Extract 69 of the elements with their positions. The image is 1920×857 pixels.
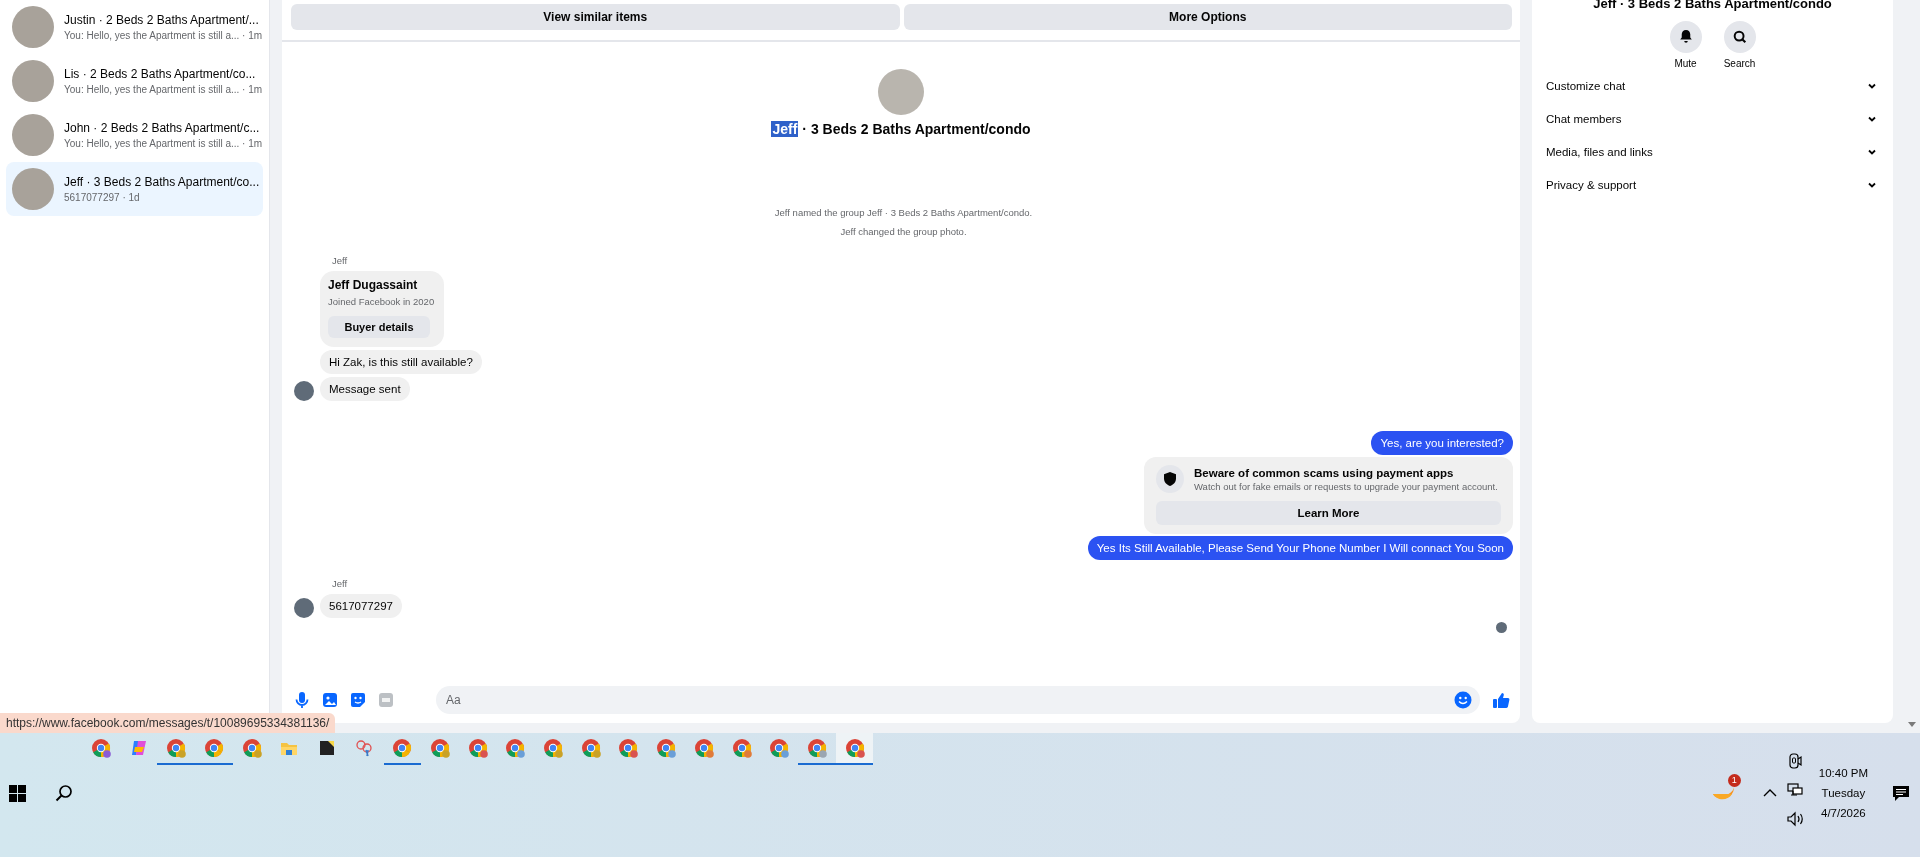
- photo-placeholder: [878, 69, 924, 115]
- buyer-details-button[interactable]: Buyer details: [328, 316, 430, 338]
- speaker-icon[interactable]: [1786, 811, 1805, 827]
- message-bubble: 5617077297: [320, 594, 402, 618]
- warning-title: Beware of common scams using payment apps: [1194, 466, 1455, 479]
- message-bubble: Yes Its Still Available, Please Send Your Phone Number I Will connact You Soon: [1087, 536, 1513, 560]
- conversation-item[interactable]: Justin · 2 Beds 2 Baths Apartment/... You: Hello, yes the Apartment is still a... · 1m: [6, 0, 263, 54]
- message-preview: 5617077297 · 1d: [64, 192, 141, 203]
- section-header[interactable]: Media, files and links: [1544, 135, 1881, 168]
- section-header[interactable]: Customize chat: [1544, 69, 1881, 102]
- conversation-title: Jeff · 3 Beds 2 Baths Apartment/co...: [64, 175, 260, 189]
- network-icon[interactable]: [1786, 782, 1803, 798]
- conversation-item[interactable]: Lis · 2 Beds 2 Baths Apartment/co... You: Hello, yes the Apartment is still a... · 1m: [6, 54, 263, 108]
- photo-placeholder: [12, 114, 54, 156]
- clock-date: 4/7/2026: [1821, 807, 1866, 819]
- notification-badge: 1: [1727, 774, 1741, 787]
- message-preview: You: Hello, yes the Apartment is still a... · 1m: [64, 30, 263, 41]
- emoji-icon[interactable]: [1454, 691, 1472, 709]
- clock[interactable]: 10:40 PM Tuesday 4/7/2026: [1818, 767, 1868, 819]
- system-message: Jeff named the group Jeff · 3 Beds 2 Baths Apartment/condo.: [774, 207, 1033, 218]
- message-bubble: Hi Zak, is this still available?: [320, 350, 482, 374]
- section-header[interactable]: Privacy & support: [1544, 168, 1881, 201]
- chat-title: · 3 Beds 2 Baths Apartment/condo: [802, 121, 1031, 137]
- action-button[interactable]: View similar items: [291, 4, 900, 30]
- photo-placeholder: [12, 6, 54, 48]
- profile-name: Jeff Dugassaint: [328, 278, 419, 292]
- system-message: Jeff changed the group photo.: [840, 226, 967, 237]
- camera-icon[interactable]: [1786, 753, 1803, 769]
- sender-name: Jeff: [331, 255, 348, 266]
- profile-subtitle: Joined Facebook in 2020: [328, 296, 435, 307]
- chevron-up-icon[interactable]: [1762, 788, 1777, 798]
- message-bubble: Yes, are you interested?: [1371, 431, 1513, 455]
- sticker-icon[interactable]: [350, 692, 366, 708]
- chat-title-name: Jeff: [771, 121, 799, 137]
- message-input[interactable]: Aa: [436, 686, 1480, 714]
- clock-time: 10:40 PM: [1818, 767, 1868, 779]
- section-header[interactable]: Chat members: [1544, 102, 1881, 135]
- link-preview-url: https://www.facebook.com/messages/t/10089695334381136/: [0, 713, 336, 733]
- bell-icon[interactable]: [1669, 21, 1702, 53]
- search-icon[interactable]: [55, 784, 73, 802]
- photo-placeholder: [12, 60, 54, 102]
- thumbs-up-icon[interactable]: [1492, 691, 1510, 709]
- photo-placeholder: [12, 168, 54, 210]
- conversation-title: Justin · 2 Beds 2 Baths Apartment/...: [64, 13, 260, 27]
- message-preview: You: Hello, yes the Apartment is still a... · 1m: [64, 138, 263, 149]
- scroll-down-arrow-icon: [1907, 722, 1916, 727]
- message-preview: You: Hello, yes the Apartment is still a... · 1m: [64, 84, 263, 95]
- action-label: Search: [1723, 58, 1756, 69]
- conversation-item[interactable]: Jeff · 3 Beds 2 Baths Apartment/co... 5617077297 · 1d: [6, 162, 263, 216]
- chat-bubble-icon[interactable]: [1892, 784, 1910, 802]
- message-bubble: Message sent: [320, 377, 410, 401]
- action-button[interactable]: More Options: [903, 4, 1512, 30]
- sender-name: Jeff: [331, 578, 348, 589]
- conversation-title: John · 2 Beds 2 Baths Apartment/c...: [64, 121, 261, 135]
- scissors-icon: [354, 738, 375, 758]
- chrome-icon: [203, 738, 224, 758]
- read-receipt-avatar: [1496, 622, 1507, 633]
- warning-text: Watch out for fake emails or requests to upgrade your payment account.: [1194, 480, 1498, 492]
- clock-day: Tuesday: [1821, 787, 1866, 799]
- image-icon[interactable]: [322, 692, 338, 708]
- windows-icon[interactable]: [9, 784, 26, 802]
- shield-icon: [1156, 465, 1184, 493]
- search-icon[interactable]: [1723, 21, 1756, 53]
- chrome-icon: [392, 738, 413, 758]
- learn-more-button[interactable]: Learn More: [1156, 501, 1501, 525]
- microphone-icon[interactable]: [294, 691, 310, 709]
- conversation-title: Lis · 2 Beds 2 Baths Apartment/co...: [64, 67, 257, 81]
- conversation-item[interactable]: John · 2 Beds 2 Baths Apartment/c... You: Hello, yes the Apartment is still a... · 1m: [6, 108, 263, 162]
- action-label: Mute: [1674, 58, 1697, 69]
